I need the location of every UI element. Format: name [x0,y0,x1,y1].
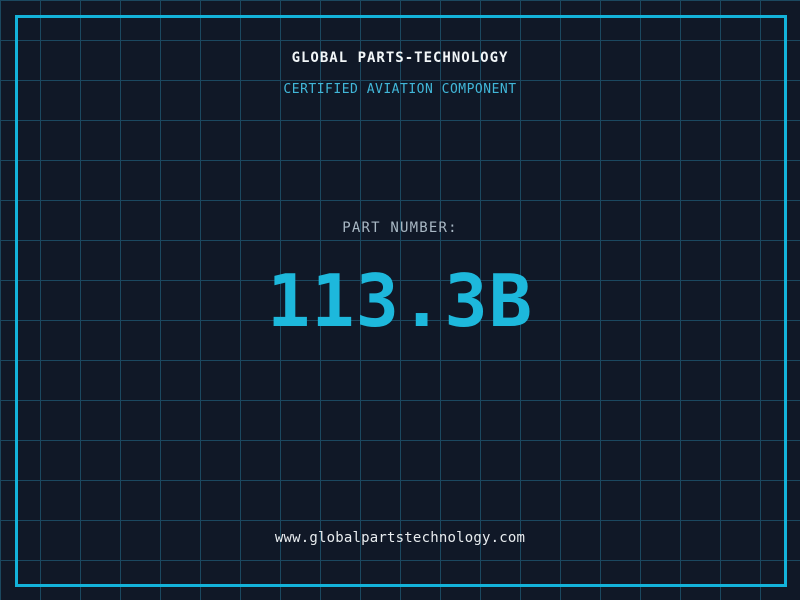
company-title: GLOBAL PARTS-TECHNOLOGY [291,50,509,66]
certification-subtitle: CERTIFIED AVIATION COMPONENT [283,82,517,97]
part-number-value: 113.3B [266,259,534,343]
part-number-label: PART NUMBER: [342,220,458,236]
website-url: www.globalpartstechnology.com [274,530,526,546]
blueprint-placard: GLOBAL PARTS-TECHNOLOGY CERTIFIED AVIATI… [0,0,800,600]
